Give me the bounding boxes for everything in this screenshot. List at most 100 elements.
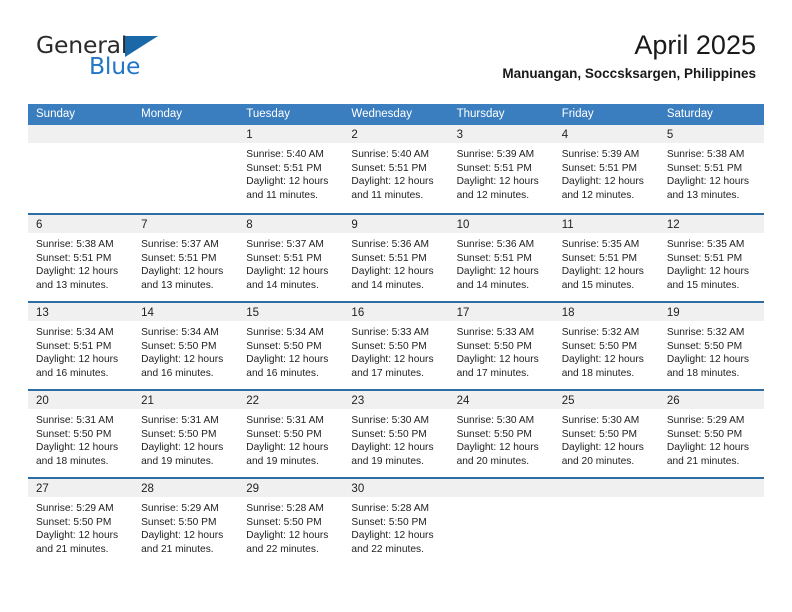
calendar-day-cell[interactable]: 12 Sunrise: 5:35 AM Sunset: 5:51 PM Dayligh…	[658, 215, 764, 301]
day-detail-line: and 14 minutes.	[246, 279, 319, 291]
day-detail-line: Daylight: 12 hours	[246, 266, 329, 278]
page-title: April 2025	[634, 30, 756, 60]
calendar-day-cell[interactable]: 17 Sunrise: 5:33 AM Sunset: 5:50 PM Dayligh…	[448, 303, 554, 389]
day-detail-line: Sunset: 5:50 PM	[36, 516, 112, 528]
day-number: 21	[141, 395, 154, 407]
day-detail-line: and 13 minutes.	[141, 279, 214, 291]
calendar-day-cell[interactable]: 28 Sunrise: 5:29 AM Sunset: 5:50 PM Dayligh…	[133, 479, 239, 565]
day-detail-line: Daylight: 12 hours	[141, 354, 224, 366]
calendar-week-row: 13 Sunrise: 5:34 AM Sunset: 5:51 PM Dayligh…	[28, 301, 764, 389]
weekday-header-friday: Friday	[561, 108, 594, 120]
weekday-header-tuesday: Tuesday	[246, 108, 290, 120]
day-detail-line: Sunrise: 5:28 AM	[246, 503, 324, 514]
day-number-strip: 1	[238, 125, 344, 143]
location-subtitle: Manuangan, Soccsksargen, Philippines	[502, 66, 756, 82]
calendar-day-cell[interactable]: 2 Sunrise: 5:40 AM Sunset: 5:51 PM Daylight…	[343, 125, 449, 213]
calendar-day-cell[interactable]: 16 Sunrise: 5:33 AM Sunset: 5:50 PM Dayligh…	[343, 303, 449, 389]
calendar-day-cell[interactable]: 6 Sunrise: 5:38 AM Sunset: 5:51 PM Daylight…	[28, 215, 134, 301]
calendar-day-cell[interactable]: 8 Sunrise: 5:37 AM Sunset: 5:51 PM Daylight…	[238, 215, 344, 301]
day-number: 8	[246, 219, 253, 231]
day-number-strip: 15	[238, 303, 344, 321]
day-detail-block: Sunrise: 5:32 AM Sunset: 5:50 PM Daylight:…	[554, 321, 659, 380]
calendar-day-cell[interactable]: 27 Sunrise: 5:29 AM Sunset: 5:50 PM Dayligh…	[28, 479, 134, 565]
day-detail-line: and 15 minutes.	[666, 279, 740, 291]
calendar-day-cell[interactable]: 4 Sunrise: 5:39 AM Sunset: 5:51 PM Daylight…	[553, 125, 659, 213]
page-header: General Blue April 2025 Manuangan, Soccs…	[0, 0, 792, 100]
day-detail-line: Sunrise: 5:30 AM	[351, 415, 430, 426]
day-number: 11	[561, 219, 574, 231]
weekday-header-wednesday: Wednesday	[351, 108, 412, 120]
day-detail-block: Sunrise: 5:30 AM Sunset: 5:50 PM Daylight:…	[449, 409, 554, 468]
day-number: 2	[351, 129, 358, 141]
calendar-day-cell[interactable]: 7 Sunrise: 5:37 AM Sunset: 5:51 PM Daylight…	[133, 215, 239, 301]
day-number: 30	[351, 483, 365, 495]
day-number: 9	[351, 219, 358, 231]
calendar-day-cell[interactable]: 30 Sunrise: 5:28 AM Sunset: 5:50 PM Dayligh…	[343, 479, 449, 565]
day-detail-line: Daylight: 12 hours	[36, 266, 119, 278]
day-detail-line: Sunset: 5:50 PM	[351, 516, 427, 528]
day-detail-line: and 17 minutes.	[456, 367, 530, 379]
day-detail-block: Sunrise: 5:35 AM Sunset: 5:51 PM Daylight:…	[554, 233, 659, 292]
calendar-day-cell[interactable]: 3 Sunrise: 5:39 AM Sunset: 5:51 PM Daylight…	[448, 125, 554, 213]
calendar-day-cell[interactable]: 11 Sunrise: 5:35 AM Sunset: 5:51 PM Dayligh…	[553, 215, 659, 301]
day-number: 5	[666, 129, 674, 141]
day-detail-line: and 22 minutes.	[351, 543, 424, 555]
day-detail-block: Sunrise: 5:31 AM Sunset: 5:50 PM Daylight:…	[133, 409, 238, 468]
calendar-day-cell[interactable]: 25 Sunrise: 5:30 AM Sunset: 5:50 PM Dayligh…	[553, 391, 659, 477]
weekday-header-thursday: Thursday	[456, 108, 505, 120]
calendar-day-cell[interactable]: 5 Sunrise: 5:38 AM Sunset: 5:51 PM Daylight…	[658, 125, 764, 213]
day-detail-line: Sunset: 5:50 PM	[351, 340, 427, 352]
day-number-strip: 12	[658, 215, 764, 233]
calendar-page: General Blue April 2025 Manuangan, Soccs…	[0, 0, 792, 612]
day-detail-line: Sunset: 5:50 PM	[246, 516, 322, 528]
day-detail-line: Sunrise: 5:33 AM	[456, 327, 535, 338]
day-number-strip: 28	[133, 479, 239, 497]
day-detail-line: Sunrise: 5:34 AM	[246, 327, 324, 338]
day-detail-line: Sunset: 5:50 PM	[561, 428, 638, 440]
day-detail-block: Sunrise: 5:29 AM Sunset: 5:50 PM Daylight:…	[28, 497, 133, 556]
calendar-day-cell[interactable]: 21 Sunrise: 5:31 AM Sunset: 5:50 PM Dayligh…	[133, 391, 239, 477]
calendar-day-cell[interactable]: 9 Sunrise: 5:36 AM Sunset: 5:51 PM Daylight…	[343, 215, 449, 301]
day-number: 23	[351, 395, 365, 407]
title-block: April 2025 Manuangan, Soccsksargen, Phil…	[502, 30, 756, 82]
calendar-day-cell[interactable]: 19 Sunrise: 5:32 AM Sunset: 5:50 PM Dayligh…	[658, 303, 764, 389]
day-detail-line: and 16 minutes.	[36, 367, 109, 379]
calendar-day-cell[interactable]: 15 Sunrise: 5:34 AM Sunset: 5:50 PM Dayligh…	[238, 303, 344, 389]
day-detail-line: Daylight: 12 hours	[666, 442, 749, 454]
calendar-day-cell[interactable]: 10 Sunrise: 5:36 AM Sunset: 5:51 PM Dayligh…	[448, 215, 554, 301]
generalblue-logo[interactable]: General Blue	[36, 33, 246, 88]
day-detail-line: Daylight: 12 hours	[666, 354, 749, 366]
day-detail-line: Daylight: 12 hours	[36, 442, 119, 454]
calendar-day-cell[interactable]: 22 Sunrise: 5:31 AM Sunset: 5:50 PM Dayligh…	[238, 391, 344, 477]
day-detail-line: Sunrise: 5:36 AM	[456, 239, 535, 250]
day-number-strip: 16	[343, 303, 449, 321]
day-detail-line: Daylight: 12 hours	[246, 442, 329, 454]
day-detail-line: Sunset: 5:51 PM	[561, 252, 638, 264]
day-number: 22	[246, 395, 260, 407]
day-number-strip	[448, 479, 554, 497]
day-detail-line: Daylight: 12 hours	[561, 176, 644, 188]
calendar-day-cell[interactable]: 29 Sunrise: 5:28 AM Sunset: 5:50 PM Dayligh…	[238, 479, 344, 565]
day-number: 13	[36, 307, 49, 319]
calendar-day-cell[interactable]: 18 Sunrise: 5:32 AM Sunset: 5:50 PM Dayligh…	[553, 303, 659, 389]
day-detail-line: Daylight: 12 hours	[351, 176, 434, 188]
day-number-strip: 20	[28, 391, 134, 409]
calendar-day-cell[interactable]: 14 Sunrise: 5:34 AM Sunset: 5:50 PM Dayligh…	[133, 303, 239, 389]
day-detail-line: Sunset: 5:50 PM	[351, 428, 427, 440]
day-number: 26	[666, 395, 680, 407]
day-number-strip: 27	[28, 479, 134, 497]
day-detail-line: Sunset: 5:50 PM	[561, 340, 638, 352]
calendar-day-cell[interactable]: 20 Sunrise: 5:31 AM Sunset: 5:50 PM Dayligh…	[28, 391, 134, 477]
calendar-day-cell[interactable]: 23 Sunrise: 5:30 AM Sunset: 5:50 PM Dayligh…	[343, 391, 449, 477]
calendar-day-cell[interactable]: 26 Sunrise: 5:29 AM Sunset: 5:50 PM Dayligh…	[658, 391, 764, 477]
day-detail-line: Daylight: 12 hours	[351, 354, 434, 366]
day-detail-line: Sunrise: 5:32 AM	[666, 327, 745, 338]
calendar-day-cell[interactable]: 13 Sunrise: 5:34 AM Sunset: 5:51 PM Dayligh…	[28, 303, 134, 389]
calendar-week-row: 6 Sunrise: 5:38 AM Sunset: 5:51 PM Daylight…	[28, 213, 764, 301]
calendar-day-cell[interactable]: 24 Sunrise: 5:30 AM Sunset: 5:50 PM Dayligh…	[448, 391, 554, 477]
day-detail-line: Daylight: 12 hours	[141, 442, 224, 454]
day-detail-block	[659, 497, 764, 502]
day-detail-line: Sunset: 5:50 PM	[666, 428, 743, 440]
calendar-day-cell[interactable]: 1 Sunrise: 5:40 AM Sunset: 5:51 PM Daylight…	[238, 125, 344, 213]
day-detail-line: Daylight: 12 hours	[141, 266, 224, 278]
